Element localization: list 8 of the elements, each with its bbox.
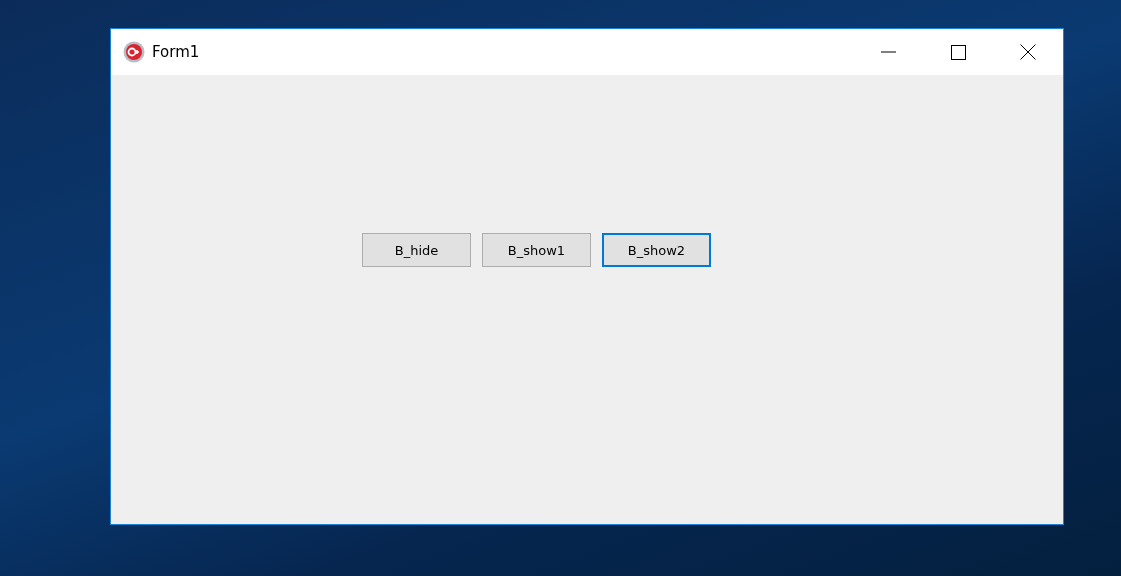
form-button[interactable]: B_show1 — [482, 233, 591, 267]
window-title: Form1 — [152, 43, 200, 61]
form-button[interactable]: B_hide — [362, 233, 471, 267]
close-icon — [1020, 44, 1036, 60]
app-icon — [123, 41, 145, 63]
form-button[interactable]: B_show2 — [602, 233, 711, 267]
maximize-icon — [950, 44, 966, 60]
minimize-icon — [880, 51, 896, 53]
